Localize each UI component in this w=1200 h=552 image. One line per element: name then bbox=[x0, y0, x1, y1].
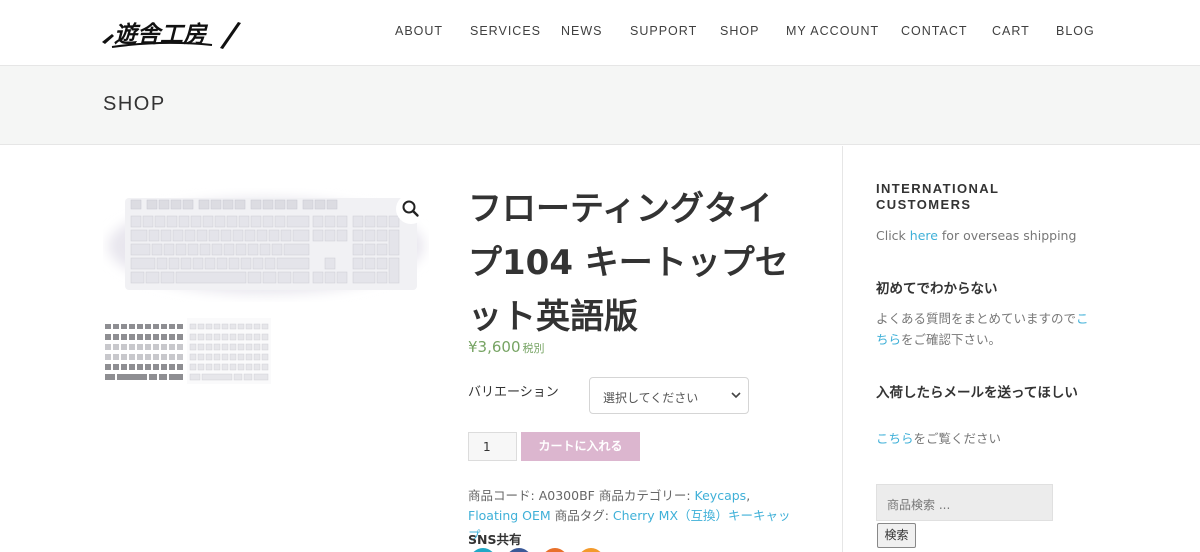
beginner-text-after: をご確認下さい。 bbox=[901, 332, 1002, 347]
add-to-cart-button[interactable]: カートに入れる bbox=[521, 432, 640, 461]
nav-item-blog[interactable]: BLOG bbox=[1056, 24, 1095, 38]
product-search-input[interactable]: 商品検索 ... bbox=[876, 484, 1053, 521]
sidebar-divider bbox=[842, 146, 843, 552]
share-hatena-icon[interactable] bbox=[542, 548, 568, 552]
magnifier-icon bbox=[402, 200, 419, 217]
search-button[interactable]: 検索 bbox=[877, 523, 916, 548]
category-label: 商品カテゴリー: bbox=[598, 488, 691, 503]
share-twitter-icon[interactable] bbox=[470, 548, 496, 552]
widget-text-restock: こちらをご覧ください bbox=[876, 428, 1096, 449]
widget-title-restock: 入荷したらメールを送ってほしい bbox=[876, 385, 1078, 401]
product-price: ¥3,600 税別 bbox=[468, 338, 545, 356]
tax-label: 税別 bbox=[522, 342, 545, 355]
quantity-input[interactable]: 1 bbox=[468, 432, 517, 461]
main-nav: ABOUT SERVICES NEWS SUPPORT SHOP MY ACCO… bbox=[0, 24, 1200, 40]
product-thumbnail[interactable] bbox=[187, 318, 271, 384]
nav-item-about[interactable]: ABOUT bbox=[395, 24, 443, 38]
product-thumbnail[interactable] bbox=[103, 318, 187, 384]
widget-text-beginner: よくある質問をまとめていますのでこちらをご確認下さい。 bbox=[876, 308, 1096, 350]
share-pocket-icon[interactable] bbox=[578, 548, 604, 552]
nav-item-cart[interactable]: CART bbox=[992, 24, 1030, 38]
nav-item-shop[interactable]: SHOP bbox=[720, 24, 759, 38]
product-title: フローティングタイプ104 キートップセット英語版 bbox=[468, 189, 789, 337]
search-placeholder: 商品検索 ... bbox=[887, 498, 951, 512]
widget-text-international: Click here for overseas shipping bbox=[876, 225, 1096, 246]
share-label: SNS共有 bbox=[468, 532, 522, 547]
page-title-band: SHOP bbox=[0, 66, 1200, 145]
variation-select[interactable]: 選択してください bbox=[589, 377, 749, 414]
international-here-link[interactable]: here bbox=[910, 228, 938, 243]
site-header: 遊舎工房 ABOUT SERVICES NEWS SUPPORT SHOP MY… bbox=[0, 0, 1200, 66]
category-separator: , bbox=[746, 488, 751, 503]
international-text-after: for overseas shipping bbox=[937, 228, 1077, 243]
variation-select-value: 選択してください bbox=[603, 391, 699, 405]
widget-title-international: INTERNATIONAL CUSTOMERS bbox=[876, 181, 1000, 212]
nav-item-my-account[interactable]: MY ACCOUNT bbox=[786, 24, 879, 38]
international-text-before: Click bbox=[876, 228, 910, 243]
nav-item-news[interactable]: NEWS bbox=[561, 24, 603, 38]
widget-title-beginner: 初めてでわからない bbox=[876, 281, 998, 297]
category-link-floating-oem[interactable]: Floating OEM bbox=[468, 508, 551, 523]
tag-label: 商品タグ: bbox=[554, 508, 609, 523]
nav-item-support[interactable]: SUPPORT bbox=[630, 24, 697, 38]
chevron-down-icon bbox=[731, 392, 741, 399]
restock-link[interactable]: こちら bbox=[876, 431, 914, 446]
price-amount: ¥3,600 bbox=[468, 338, 521, 356]
product-main-image[interactable] bbox=[103, 186, 429, 302]
sku-value: A0300BF bbox=[538, 488, 595, 503]
sku-label: 商品コード: bbox=[468, 488, 535, 503]
page-title: SHOP bbox=[103, 93, 166, 115]
nav-item-contact[interactable]: CONTACT bbox=[901, 24, 968, 38]
restock-text-after: をご覧ください bbox=[913, 431, 1002, 446]
variation-label: バリエーション bbox=[468, 385, 559, 400]
zoom-button[interactable] bbox=[396, 194, 426, 224]
nav-item-services[interactable]: SERVICES bbox=[470, 24, 541, 38]
category-link-keycaps[interactable]: Keycaps bbox=[695, 488, 747, 503]
beginner-text-before: よくある質問をまとめていますので bbox=[876, 311, 1077, 326]
quantity-value: 1 bbox=[483, 440, 491, 454]
share-facebook-icon[interactable] bbox=[506, 548, 532, 552]
